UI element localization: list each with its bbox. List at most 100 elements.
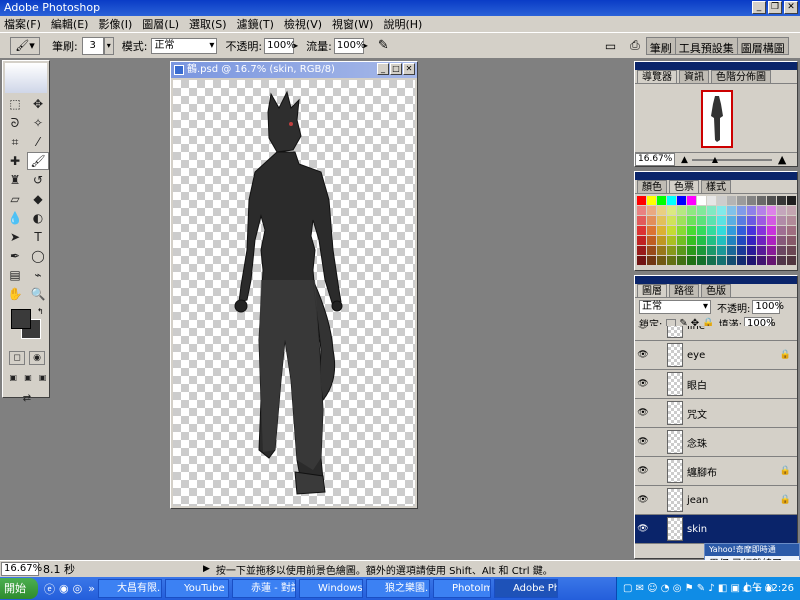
paint-bucket-icon[interactable]: ◆ (27, 190, 49, 208)
restore-button[interactable]: ❐ (768, 1, 782, 14)
media-quicklaunch-icon[interactable]: ◉ (59, 582, 69, 595)
color-swatch[interactable] (677, 206, 686, 215)
visibility-eye-icon[interactable]: 👁 (635, 495, 651, 505)
color-swatch[interactable] (647, 236, 656, 245)
color-swatch[interactable] (747, 216, 756, 225)
color-swatch[interactable] (787, 226, 796, 235)
foreground-color[interactable] (11, 309, 31, 329)
color-swatch[interactable] (787, 246, 796, 255)
hand-tool-icon[interactable]: ✋ (4, 285, 26, 303)
color-swatch[interactable] (707, 256, 716, 265)
opacity-field[interactable]: 100% (264, 37, 296, 54)
color-swatch[interactable] (667, 246, 676, 255)
color-swatch[interactable] (757, 206, 766, 215)
color-swatch[interactable] (737, 226, 746, 235)
marquee-tool-icon[interactable]: ⬚ (4, 95, 26, 113)
color-swatch[interactable] (697, 246, 706, 255)
status-menu-arrow[interactable]: ▶ (203, 564, 210, 574)
color-swatch[interactable] (687, 196, 696, 205)
blend-mode-select[interactable]: 正常 ▾ (639, 300, 711, 314)
well-tool-presets[interactable]: 工具預設集 (676, 37, 738, 55)
layer-row[interactable]: 👁 纏腳布 🔒 (635, 457, 797, 486)
visibility-eye-icon[interactable]: 👁 (635, 524, 651, 534)
color-swatch[interactable] (777, 216, 786, 225)
color-swatch[interactable] (717, 196, 726, 205)
color-swatch[interactable] (637, 236, 646, 245)
brush-tool-icon[interactable]: 🖌 (27, 152, 49, 170)
tab-info[interactable]: 資訊 (679, 70, 709, 83)
pen-tool-icon[interactable]: ✒ (4, 247, 26, 265)
color-swatch[interactable] (657, 246, 666, 255)
history-brush-icon[interactable]: ↺ (27, 171, 49, 189)
color-swatch[interactable] (637, 206, 646, 215)
tab-channels[interactable]: 色版 (701, 284, 731, 297)
print-icon[interactable]: ⎙ (630, 38, 640, 53)
color-swatch[interactable] (717, 236, 726, 245)
zoom-in-icon[interactable]: ▲ (778, 153, 786, 166)
color-swatch[interactable] (677, 256, 686, 265)
color-swatch[interactable] (707, 196, 716, 205)
color-swatch[interactable] (747, 256, 756, 265)
color-swatch[interactable] (737, 206, 746, 215)
color-swatch[interactable] (757, 256, 766, 265)
color-swatch[interactable] (657, 216, 666, 225)
eraser-tool-icon[interactable]: ▱ (4, 190, 26, 208)
color-swatch[interactable] (647, 256, 656, 265)
color-swatch[interactable] (687, 236, 696, 245)
well-brushes[interactable]: 筆刷 (647, 37, 676, 55)
color-swatch[interactable] (707, 236, 716, 245)
color-swatch[interactable] (737, 216, 746, 225)
flow-slider-arrow[interactable]: ▸ (364, 41, 368, 50)
color-swatch[interactable] (767, 216, 776, 225)
menu-help[interactable]: 說明(H) (383, 16, 422, 32)
color-swatch[interactable] (777, 246, 786, 255)
color-swatch[interactable] (657, 206, 666, 215)
layer-row[interactable]: 👁 eye 🔒 (635, 341, 797, 370)
slice-tool-icon[interactable]: ⁄ (27, 133, 49, 151)
color-swatch[interactable] (777, 236, 786, 245)
color-swatch[interactable] (677, 246, 686, 255)
color-swatch[interactable] (717, 216, 726, 225)
color-swatch[interactable] (757, 216, 766, 225)
close-button[interactable]: ✕ (784, 1, 798, 14)
color-swatch[interactable] (657, 226, 666, 235)
clone-stamp-icon[interactable]: ♜ (4, 171, 26, 189)
color-swatch[interactable] (697, 226, 706, 235)
standard-mode-icon[interactable]: ◻ (9, 351, 25, 365)
quick-mask-icon[interactable]: ◉ (29, 351, 45, 365)
screen-mode-full-icon[interactable]: ▣ (36, 371, 49, 383)
color-swatch[interactable] (677, 226, 686, 235)
color-swatch[interactable] (727, 236, 736, 245)
color-swatch[interactable] (727, 246, 736, 255)
color-swatch[interactable] (687, 246, 696, 255)
tab-paths[interactable]: 路徑 (669, 284, 699, 297)
eyedropper-icon[interactable]: ⌁ (27, 266, 49, 284)
dodge-tool-icon[interactable]: ◐ (27, 209, 49, 227)
color-swatch[interactable] (707, 216, 716, 225)
color-swatch[interactable] (767, 206, 776, 215)
task-button[interactable]: 赤蓮 - 對話 (231, 579, 296, 598)
color-swatch[interactable] (757, 246, 766, 255)
task-button[interactable]: 大昌有限... (97, 579, 162, 598)
menu-select[interactable]: 選取(S) (189, 16, 227, 32)
color-swatch[interactable] (677, 216, 686, 225)
color-swatch[interactable] (747, 206, 756, 215)
visibility-eye-icon[interactable]: 👁 (635, 466, 651, 476)
color-swatch[interactable] (707, 206, 716, 215)
task-button[interactable]: Windows ... (298, 579, 363, 598)
color-swatch[interactable] (697, 256, 706, 265)
type-tool-icon[interactable]: T (27, 228, 49, 246)
layer-row[interactable]: 👁 jean 🔒 (635, 486, 797, 515)
color-swatch[interactable] (647, 216, 656, 225)
tab-navigator[interactable]: 導覽器 (637, 70, 677, 83)
imageready-jump-icon[interactable]: ⇄ (7, 389, 47, 407)
shape-tool-icon[interactable]: ◯ (27, 247, 49, 265)
doc-minimize-button[interactable]: _ (377, 63, 389, 75)
color-swatch[interactable] (727, 226, 736, 235)
quicklaunch-more[interactable]: » (88, 582, 95, 595)
color-swatch[interactable] (697, 236, 706, 245)
visibility-eye-icon[interactable]: 👁 (635, 408, 651, 418)
color-swatch[interactable] (647, 206, 656, 215)
tab-histogram[interactable]: 色階分佈圖 (711, 70, 771, 83)
menu-layer[interactable]: 圖層(L) (142, 16, 179, 32)
